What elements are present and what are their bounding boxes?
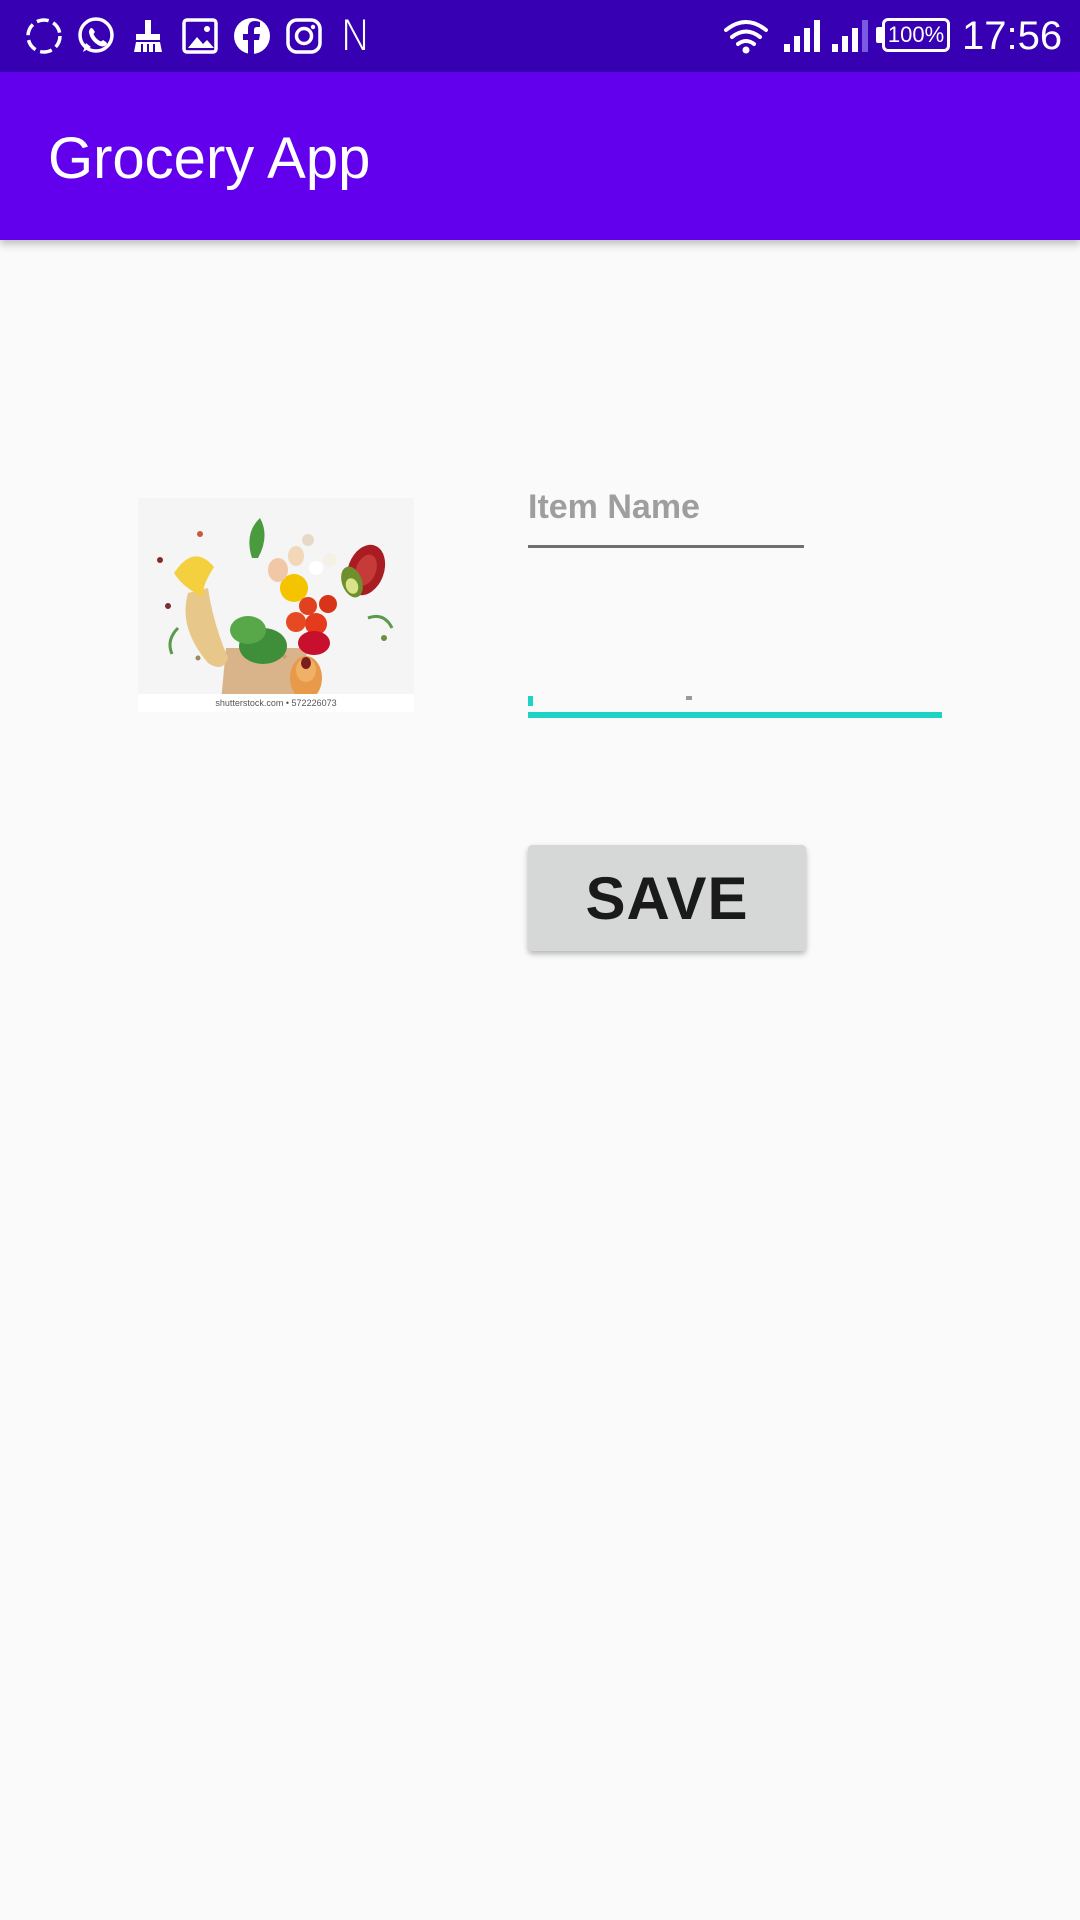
n-icon: N [340,11,372,60]
quantity-field[interactable] [528,690,942,718]
clock: 17:56 [962,14,1063,58]
save-button[interactable]: SAVE [528,845,806,951]
cleaner-icon [126,14,170,58]
signal-icon [782,18,822,54]
item-name-input[interactable] [528,470,804,548]
quantity-input[interactable] [528,690,942,718]
status-bar: N 100% 17:56 [0,0,1080,72]
battery-icon: 100% [882,18,950,52]
app-bar: Grocery App [0,72,1080,240]
sync-icon [22,14,66,58]
grocery-image: shutterstock.com • 572226073 [138,498,414,712]
instagram-icon [282,14,326,58]
image-caption: shutterstock.com • 572226073 [138,694,414,712]
gallery-icon [178,14,222,58]
app-title: Grocery App [48,126,371,191]
signal-icon [830,18,870,54]
cursor-handle [686,696,692,700]
item-name-field[interactable] [528,470,804,552]
wifi-icon [722,16,770,56]
facebook-icon [230,14,274,58]
whatsapp-icon [74,14,118,58]
text-cursor [528,696,533,706]
